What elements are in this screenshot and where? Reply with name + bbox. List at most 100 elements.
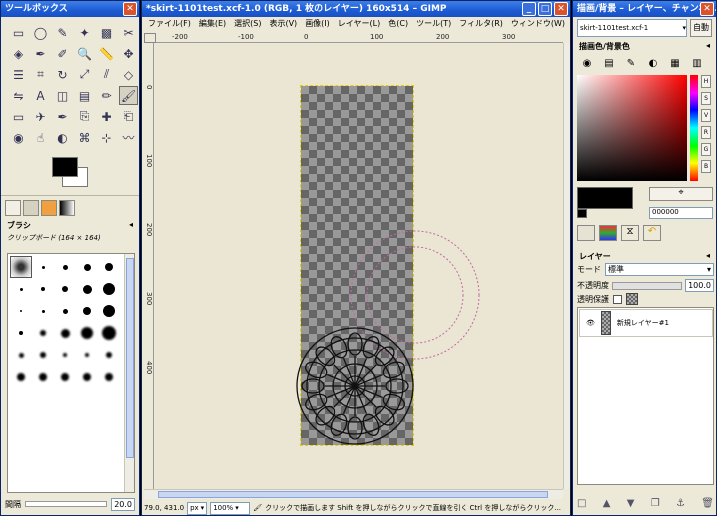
channel-button[interactable]: H — [701, 75, 711, 88]
color-square[interactable] — [577, 75, 687, 181]
delete-layer-icon[interactable]: 🗑 — [701, 498, 714, 509]
crop-icon[interactable]: ⌗ — [31, 65, 50, 84]
foreground-select-icon[interactable]: ◈ — [9, 44, 28, 63]
brush-item[interactable] — [54, 322, 76, 344]
clone-icon[interactable]: ⎘ — [75, 107, 94, 126]
eraser-icon[interactable]: ▭ — [9, 107, 28, 126]
image-select[interactable]: skirt-1101test.xcf-1 ▾ — [577, 19, 687, 37]
scale-icon[interactable]: ⤢ — [75, 65, 94, 84]
menu-item[interactable]: ファイル(F) — [148, 17, 191, 31]
hex-entry[interactable]: 000000 — [649, 207, 713, 219]
undo-tab-icon[interactable]: ↶ — [643, 225, 661, 241]
brush-item[interactable] — [10, 322, 32, 344]
brush-icon[interactable]: ✎ — [623, 56, 639, 70]
close-icon[interactable]: ✕ — [123, 2, 137, 16]
opacity-value[interactable]: 100.0 — [685, 279, 714, 292]
eye-icon[interactable]: 👁 — [586, 319, 595, 327]
brush-item[interactable] — [98, 256, 120, 278]
layers-tab-icon[interactable] — [577, 225, 595, 241]
brush-item[interactable] — [32, 300, 54, 322]
blend-icon[interactable]: ▤ — [75, 86, 94, 105]
channel-button[interactable]: B — [701, 160, 711, 173]
brush-item[interactable] — [98, 322, 120, 344]
eyedropper-button[interactable]: ⌖ — [649, 187, 713, 201]
panel-menu-icon[interactable]: ◂ — [706, 251, 710, 262]
lock-alpha-checkbox[interactable] — [613, 294, 622, 304]
unit-select[interactable]: px ▾ — [187, 501, 208, 515]
zoom-select[interactable]: 100% ▾ — [210, 501, 251, 515]
fuzzy-select-icon[interactable]: ✦ — [75, 23, 94, 42]
brush-item[interactable] — [10, 366, 32, 388]
brush-item[interactable] — [98, 366, 120, 388]
channel-button[interactable]: G — [701, 143, 711, 156]
cmyk-icon[interactable]: ▥ — [689, 56, 705, 70]
perspective-icon[interactable]: ◇ — [119, 65, 138, 84]
brush-item[interactable] — [76, 322, 98, 344]
warp-icon[interactable]: 〰 — [119, 128, 138, 147]
channel-button[interactable]: R — [701, 126, 711, 139]
brush-item[interactable] — [10, 344, 32, 366]
brush-item[interactable] — [76, 300, 98, 322]
menu-item[interactable]: 色(C) — [388, 17, 408, 31]
brush-item[interactable] — [54, 366, 76, 388]
image-titlebar[interactable]: *skirt-1101test.xcf-1.0 (RGB, 1 枚のレイヤー) … — [142, 1, 570, 17]
paths-tab-icon[interactable]: ⧖ — [621, 225, 639, 241]
brush-item[interactable] — [76, 344, 98, 366]
duplicate-layer-icon[interactable]: ❐ — [651, 498, 660, 509]
wheel-icon[interactable]: ◐ — [645, 56, 661, 70]
new-layer-icon[interactable]: □ — [577, 498, 586, 509]
text-icon[interactable]: A — [31, 86, 50, 105]
smudge-icon[interactable]: ☝ — [31, 128, 50, 147]
dodge-icon[interactable]: ◐ — [53, 128, 72, 147]
brush-item[interactable] — [32, 366, 54, 388]
palette-icon[interactable]: ▦ — [667, 56, 683, 70]
menu-item[interactable]: 画像(I) — [305, 17, 330, 31]
menu-item[interactable]: 編集(E) — [199, 17, 226, 31]
anchor-icon[interactable]: ⚓ — [676, 498, 685, 509]
panel-menu-icon[interactable]: ◂ — [706, 41, 710, 52]
brush-item[interactable] — [76, 366, 98, 388]
paintbrush-icon[interactable]: 🖌 — [119, 86, 138, 105]
layer-row[interactable]: 👁 新規レイヤー#1 — [579, 309, 713, 337]
rect-select-icon[interactable]: ▭ — [9, 23, 28, 42]
scroll-thumb[interactable] — [126, 258, 134, 458]
move-icon[interactable]: ✥ — [119, 44, 138, 63]
rotate-icon[interactable]: ↻ — [53, 65, 72, 84]
minimize-icon[interactable]: _ — [522, 2, 536, 16]
auto-button[interactable]: 自動 — [690, 19, 712, 37]
vertical-scrollbar[interactable] — [563, 43, 570, 489]
brush-item[interactable] — [98, 300, 120, 322]
mode-select[interactable]: 標準 ▾ — [605, 263, 714, 276]
measure-icon[interactable]: 📏 — [97, 44, 116, 63]
bucket-fill-icon[interactable]: ◫ — [53, 86, 72, 105]
printer-icon[interactable]: ▤ — [601, 56, 617, 70]
scissors-icon[interactable]: ✂ — [119, 23, 138, 42]
quick-mask-toggle[interactable] — [144, 33, 156, 43]
paths-icon[interactable]: ✒ — [31, 44, 50, 63]
brush-item[interactable] — [10, 256, 32, 278]
tab-gradients[interactable] — [59, 200, 75, 216]
toolbox-titlebar[interactable]: ツールボックス ✕ — [1, 1, 139, 17]
unified-transform-icon[interactable]: ⊹ — [97, 128, 116, 147]
brush-item[interactable] — [98, 278, 120, 300]
raise-layer-icon[interactable]: ▲ — [603, 498, 611, 509]
align-icon[interactable]: ☰ — [9, 65, 28, 84]
hue-slider[interactable] — [690, 75, 698, 181]
channel-button[interactable]: V — [701, 109, 711, 122]
channel-button[interactable]: S — [701, 92, 711, 105]
gimp-selector-icon[interactable]: ◉ — [579, 56, 595, 70]
menu-item[interactable]: 表示(V) — [269, 17, 297, 31]
brush-item[interactable] — [54, 256, 76, 278]
brush-item[interactable] — [32, 344, 54, 366]
close-icon[interactable]: ✕ — [554, 2, 568, 16]
menu-item[interactable]: レイヤー(L) — [338, 17, 380, 31]
lasso-icon[interactable]: ✎ — [53, 23, 72, 42]
brush-item[interactable] — [10, 278, 32, 300]
horizontal-scrollbar[interactable] — [144, 489, 563, 499]
tab-brushes[interactable] — [23, 200, 39, 216]
blur-icon[interactable]: ◉ — [9, 128, 28, 147]
pencil-icon[interactable]: ✏ — [97, 86, 116, 105]
perspective-clone-icon[interactable]: ⎗ — [119, 107, 138, 126]
tab-tool-options[interactable] — [5, 200, 21, 216]
brush-item[interactable] — [98, 344, 120, 366]
